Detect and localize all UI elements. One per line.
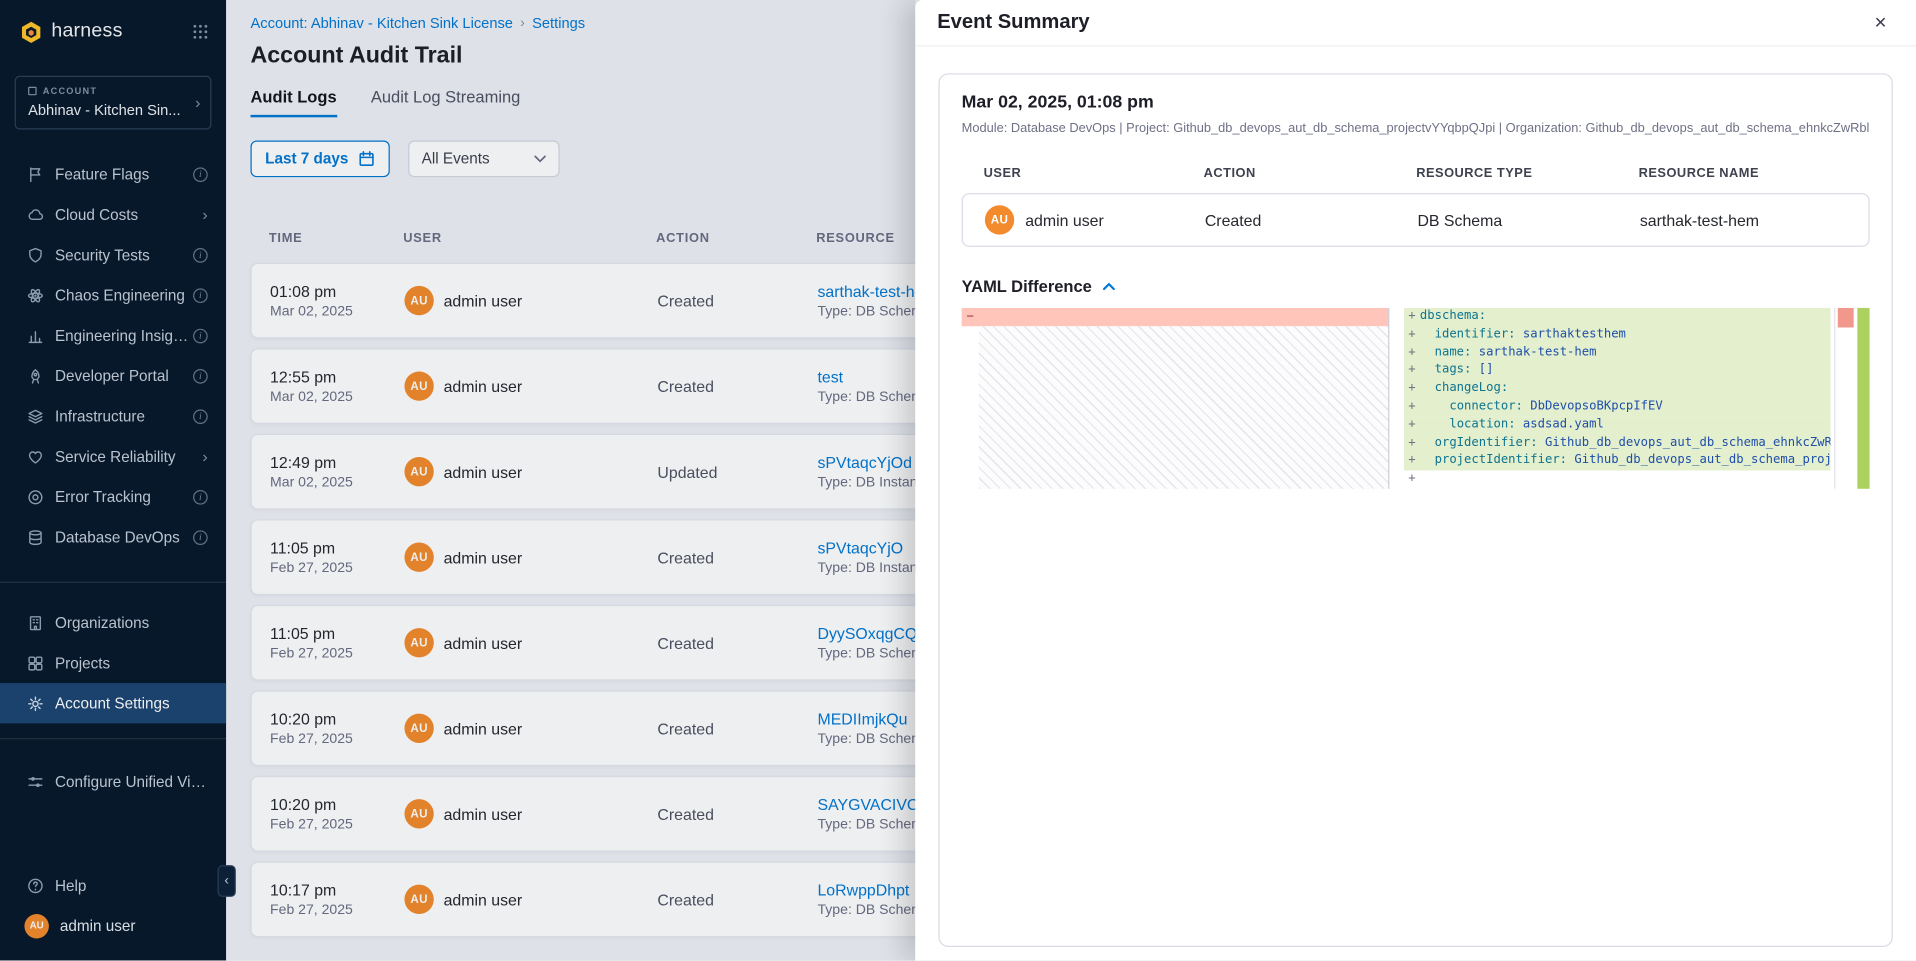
yaml-added-line: + tags: [] — [1404, 362, 1830, 380]
yaml-added-line: + changeLog: — [1404, 380, 1830, 398]
yaml-diff-tail-line: + — [1404, 471, 1830, 489]
diff-gutter — [1389, 308, 1404, 489]
yaml-diff-viewer: − +dbschema:+ identifier: sarthaktesthem… — [962, 308, 1870, 489]
event-user-cell: AU admin user — [985, 205, 1205, 234]
plus-marker: + — [1404, 326, 1420, 344]
chevron-up-icon — [1102, 282, 1115, 291]
empty-lines-hatch — [979, 326, 1388, 489]
plus-marker: + — [1404, 344, 1420, 362]
yaml-added-line: + orgIdentifier: Github_db_devops_aut_db… — [1404, 434, 1830, 452]
plus-marker: + — [1404, 380, 1420, 398]
drawer-backdrop[interactable] — [0, 0, 915, 960]
event-column-header-resource-type: RESOURCE TYPE — [1416, 166, 1638, 181]
plus-marker: + — [1404, 362, 1420, 380]
event-table-row: AU admin user Created DB Schema sarthak-… — [962, 193, 1870, 247]
yaml-added-line: + connector: DbDevopsoBKpcpIfEV — [1404, 398, 1830, 416]
event-action: Created — [1205, 211, 1418, 229]
plus-marker: + — [1404, 434, 1420, 452]
yaml-added-line: + identifier: sarthaktesthem — [1404, 326, 1830, 344]
yaml-added-line: + projectIdentifier: Github_db_devops_au… — [1404, 453, 1830, 471]
user-name: admin user — [1025, 211, 1104, 229]
event-timestamp: Mar 02, 2025, 01:08 pm — [962, 93, 1870, 113]
user-avatar: AU — [985, 205, 1014, 234]
close-icon[interactable]: ✕ — [1865, 7, 1897, 39]
diff-minimap-added-marker[interactable] — [1857, 308, 1869, 489]
yaml-added-line: + name: sarthak-test-hem — [1404, 344, 1830, 362]
minus-marker: − — [962, 310, 979, 323]
plus-marker: + — [1404, 453, 1420, 471]
event-summary-drawer: Event Summary ✕ Mar 02, 2025, 01:08 pm M… — [915, 0, 1916, 960]
event-resource-name: sarthak-test-hem — [1640, 211, 1847, 229]
yaml-diff-old-pane: − — [962, 308, 1390, 489]
plus-marker: + — [1404, 308, 1420, 326]
plus-marker: + — [1404, 398, 1420, 416]
plus-marker: + — [1404, 471, 1420, 489]
yaml-difference-label: YAML Difference — [962, 277, 1092, 295]
yaml-diff-new-pane: +dbschema:+ identifier: sarthaktesthem+ … — [1404, 308, 1870, 489]
event-table-header: USERACTIONRESOURCE TYPERESOURCE NAME — [962, 166, 1870, 181]
event-meta: Module: Database DevOps | Project: Githu… — [962, 121, 1870, 136]
event-column-header-resource-name: RESOURCE NAME — [1639, 166, 1848, 181]
app-viewport: harness ACCOUNT Abhinav - Kitchen Sin...… — [0, 0, 1916, 960]
diff-minimap-removed-marker[interactable] — [1838, 308, 1854, 328]
event-card: Mar 02, 2025, 01:08 pm Module: Database … — [938, 73, 1892, 947]
yaml-removed-line: − — [962, 308, 1388, 326]
event-resource-type: DB Schema — [1417, 211, 1639, 229]
event-column-header-user: USER — [984, 166, 1204, 181]
event-column-header-action: ACTION — [1204, 166, 1417, 181]
yaml-difference-toggle[interactable]: YAML Difference — [962, 277, 1870, 295]
drawer-header: Event Summary ✕ — [915, 0, 1916, 46]
yaml-added-line: + location: asdsad.yaml — [1404, 416, 1830, 434]
diff-scrollbar-track — [1834, 308, 1835, 489]
yaml-added-line: +dbschema: — [1404, 308, 1830, 326]
drawer-title: Event Summary — [937, 11, 1089, 34]
plus-marker: + — [1404, 416, 1420, 434]
